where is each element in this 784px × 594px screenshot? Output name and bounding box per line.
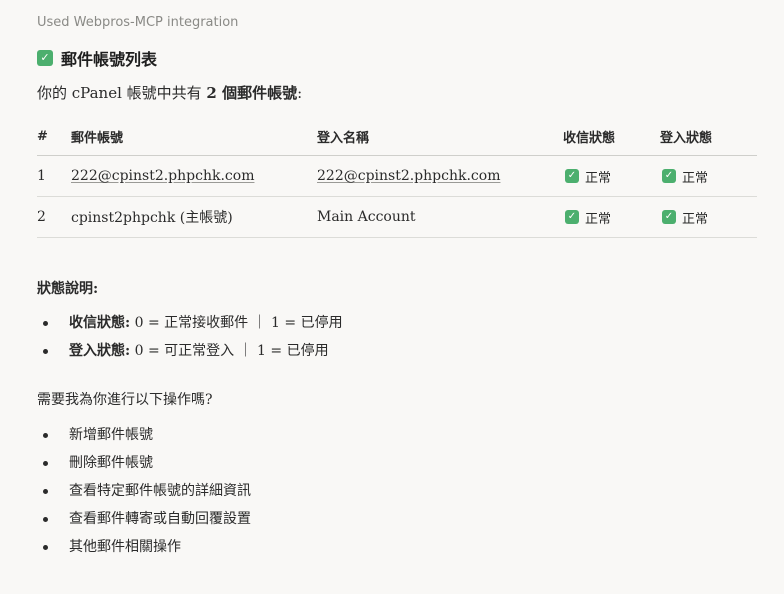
intro-suffix: :	[297, 84, 303, 102]
login-cell: Main Account	[317, 196, 563, 238]
login-status-cell: ✓ 正常	[660, 196, 757, 238]
check-box-icon: ✓	[662, 169, 676, 184]
actions-list: 新增郵件帳號 刪除郵件帳號 查看特定郵件帳號的詳細資訊 查看郵件轉寄或自動回覆設…	[37, 421, 251, 561]
status-text: 正常	[585, 211, 612, 227]
list-item: 其他郵件相關操作	[37, 533, 251, 561]
login-status-badge: ✓ 正常	[660, 167, 708, 186]
login-status-badge: ✓ 正常	[660, 208, 708, 227]
list-item: 新增郵件帳號	[37, 421, 251, 449]
login-email-link[interactable]: 222@cpinst2.phpchk.com	[317, 168, 500, 184]
legend-title: 狀態說明:	[37, 281, 99, 297]
question-text: 需要我為你進行以下操作嗎?	[37, 392, 213, 408]
login-cell: 222@cpinst2.phpchk.com	[317, 155, 563, 197]
bullet-icon	[43, 433, 48, 438]
check-box-icon: ✓	[662, 210, 676, 225]
status-text: 正常	[585, 170, 612, 186]
tool-usage-note[interactable]: Used Webpros-MCP integration	[37, 15, 238, 30]
col-header-login-name: 登入名稱	[317, 117, 563, 156]
check-box-icon: ✓	[565, 210, 579, 225]
check-box-icon: ✓	[37, 50, 53, 66]
list-item: 收信狀態: 0 = 正常接收郵件 ｜ 1 = 已停用	[37, 309, 343, 337]
action-text: 其他郵件相關操作	[69, 539, 181, 555]
col-header-receive-status: 收信狀態	[563, 117, 660, 156]
row-number: 1	[37, 155, 71, 197]
receive-status-cell: ✓ 正常	[563, 196, 660, 238]
table-header-row: # 郵件帳號 登入名稱 收信狀態 登入狀態	[37, 117, 757, 156]
bullet-icon	[43, 461, 48, 466]
action-text: 查看特定郵件帳號的詳細資訊	[69, 483, 251, 499]
list-item: 查看特定郵件帳號的詳細資訊	[37, 477, 251, 505]
legend-text: 0 = 正常接收郵件 ｜ 1 = 已停用	[130, 315, 343, 331]
bullet-icon	[43, 321, 48, 326]
account-cell: cpinst2phpchk (主帳號)	[71, 196, 317, 238]
list-item: 查看郵件轉寄或自動回覆設置	[37, 505, 251, 533]
section-heading: ✓ 郵件帳號列表	[37, 46, 157, 70]
check-box-icon: ✓	[565, 169, 579, 184]
bullet-icon	[43, 349, 48, 354]
account-email-link[interactable]: 222@cpinst2.phpchk.com	[71, 168, 254, 184]
intro-prefix: 你的 cPanel 帳號中共有	[37, 84, 207, 102]
col-header-login-status: 登入狀態	[660, 117, 757, 156]
table-row: 1 222@cpinst2.phpchk.com 222@cpinst2.php…	[37, 155, 757, 197]
bullet-icon	[43, 517, 48, 522]
intro-text: 你的 cPanel 帳號中共有 2 個郵件帳號:	[37, 82, 302, 103]
heading-text: 郵件帳號列表	[61, 50, 158, 69]
status-text: 正常	[682, 211, 709, 227]
action-text: 新增郵件帳號	[69, 427, 153, 443]
receive-status-cell: ✓ 正常	[563, 155, 660, 197]
row-number: 2	[37, 196, 71, 238]
login-status-cell: ✓ 正常	[660, 155, 757, 197]
col-header-account: 郵件帳號	[71, 117, 317, 156]
receive-status-badge: ✓ 正常	[563, 167, 611, 186]
bullet-icon	[43, 489, 48, 494]
action-text: 刪除郵件帳號	[69, 455, 153, 471]
legend-label: 登入狀態:	[69, 343, 131, 359]
legend-list: 收信狀態: 0 = 正常接收郵件 ｜ 1 = 已停用 登入狀態: 0 = 可正常…	[37, 309, 343, 365]
col-header-number: #	[37, 117, 71, 156]
legend-label: 收信狀態:	[69, 315, 131, 331]
receive-status-badge: ✓ 正常	[563, 208, 611, 227]
action-text: 查看郵件轉寄或自動回覆設置	[69, 511, 251, 527]
account-cell: 222@cpinst2.phpchk.com	[71, 155, 317, 197]
intro-count: 2 個郵件帳號	[206, 84, 298, 102]
status-text: 正常	[682, 170, 709, 186]
mail-accounts-table: # 郵件帳號 登入名稱 收信狀態 登入狀態 1 222@cpinst2.phpc…	[37, 117, 757, 238]
list-item: 登入狀態: 0 = 可正常登入 ｜ 1 = 已停用	[37, 337, 343, 365]
table-row: 2 cpinst2phpchk (主帳號) Main Account ✓ 正常 ✓…	[37, 196, 757, 238]
bullet-icon	[43, 545, 48, 550]
legend-text: 0 = 可正常登入 ｜ 1 = 已停用	[130, 343, 329, 359]
list-item: 刪除郵件帳號	[37, 449, 251, 477]
